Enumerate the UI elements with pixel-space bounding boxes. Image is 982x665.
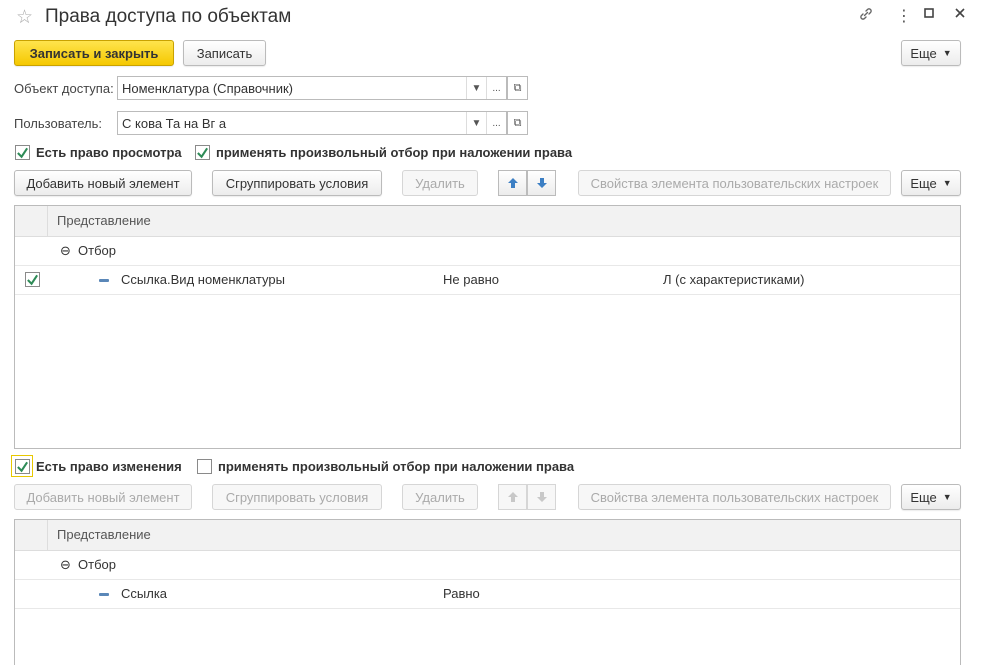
view-right-checkbox[interactable] xyxy=(15,145,30,160)
edit-move-up-button[interactable] xyxy=(498,484,527,510)
favorite-star-icon[interactable]: ☆ xyxy=(16,6,33,29)
grid-header: Представление xyxy=(15,206,960,237)
save-button[interactable]: Записать xyxy=(183,40,266,66)
choose-icon[interactable]: ... xyxy=(486,112,506,134)
more-button-label: Еще xyxy=(910,45,937,61)
caret-down-icon: ▼ xyxy=(942,48,952,58)
link-icon[interactable] xyxy=(858,6,874,27)
arrow-up-icon xyxy=(507,492,518,502)
row-value: Л (с характеристиками) xyxy=(663,272,805,287)
edit-props-button[interactable]: Свойства элемента пользовательских настр… xyxy=(578,484,891,510)
open-object-icon[interactable]: ⧉ xyxy=(507,76,528,100)
more-vert-icon[interactable]: ⋮ xyxy=(896,6,912,26)
view-move-up-button[interactable] xyxy=(498,170,527,196)
edit-delete-button[interactable]: Удалить xyxy=(402,484,478,510)
page-title: Права доступа по объектам xyxy=(45,6,292,27)
user-field[interactable]: С кова Та на Вг а ▼ ... xyxy=(117,111,507,135)
row-field: Ссылка.Вид номенклатуры xyxy=(121,272,285,287)
group-label: Отбор xyxy=(78,557,116,572)
edit-filter-label: применять произвольный отбор при наложен… xyxy=(218,459,575,474)
edit-group-conditions-button[interactable]: Сгруппировать условия xyxy=(212,484,382,510)
object-label: Объект доступа: xyxy=(14,81,114,96)
edit-right-label: Есть право изменения xyxy=(36,459,182,474)
view-more-button[interactable]: Еще ▼ xyxy=(901,170,961,196)
view-more-label: Еще xyxy=(910,175,937,191)
dropdown-icon[interactable]: ▼ xyxy=(466,77,486,99)
save-and-close-button[interactable]: Записать и закрыть xyxy=(14,40,174,66)
group-label: Отбор xyxy=(78,243,116,258)
object-value: Номенклатура (Справочник) xyxy=(122,80,294,96)
more-button[interactable]: Еще ▼ xyxy=(901,40,961,66)
collapse-icon[interactable]: ⊖ xyxy=(60,243,71,259)
grid-group-row[interactable]: ⊖ Отбор xyxy=(15,551,960,580)
caret-down-icon: ▼ xyxy=(942,492,952,502)
row-condition: Равно xyxy=(443,586,480,601)
table-row[interactable]: Ссылка.Вид номенклатуры Не равно Л (с ха… xyxy=(15,266,960,295)
edit-move-down-button[interactable] xyxy=(527,484,556,510)
view-right-label: Есть право просмотра xyxy=(36,145,182,160)
edit-filter-grid[interactable]: Представление ⊖ Отбор Ссылка Равно xyxy=(14,519,961,665)
grid-header-label: Представление xyxy=(57,527,151,542)
table-row[interactable]: Ссылка Равно xyxy=(15,580,960,609)
grid-group-row[interactable]: ⊖ Отбор xyxy=(15,237,960,266)
object-field[interactable]: Номенклатура (Справочник) ▼ ... xyxy=(117,76,507,100)
edit-add-element-button[interactable]: Добавить новый элемент xyxy=(14,484,192,510)
arrow-down-icon xyxy=(536,492,547,502)
condition-item-icon xyxy=(99,593,109,596)
edit-more-label: Еще xyxy=(910,489,937,505)
view-move-down-button[interactable] xyxy=(527,170,556,196)
choose-icon[interactable]: ... xyxy=(486,77,506,99)
grid-header: Представление xyxy=(15,520,960,551)
edit-right-checkbox[interactable] xyxy=(15,459,30,474)
view-group-conditions-button[interactable]: Сгруппировать условия xyxy=(212,170,382,196)
edit-more-button[interactable]: Еще ▼ xyxy=(901,484,961,510)
condition-item-icon xyxy=(99,279,109,282)
dropdown-icon[interactable]: ▼ xyxy=(466,112,486,134)
grid-header-label: Представление xyxy=(57,213,151,228)
caret-down-icon: ▼ xyxy=(942,178,952,188)
view-filter-checkbox[interactable] xyxy=(195,145,210,160)
arrow-up-icon xyxy=(507,178,518,188)
arrow-down-icon xyxy=(536,178,547,188)
view-props-button[interactable]: Свойства элемента пользовательских настр… xyxy=(578,170,891,196)
row-condition: Не равно xyxy=(443,272,500,287)
maximize-icon[interactable] xyxy=(922,6,936,25)
view-add-element-button[interactable]: Добавить новый элемент xyxy=(14,170,192,196)
collapse-icon[interactable]: ⊖ xyxy=(60,557,71,573)
row-field: Ссылка xyxy=(121,586,168,601)
user-value: С кова Та на Вг а xyxy=(122,115,227,131)
open-user-icon[interactable]: ⧉ xyxy=(507,111,528,135)
close-icon[interactable] xyxy=(953,6,967,25)
view-delete-button[interactable]: Удалить xyxy=(402,170,478,196)
row-use-checkbox[interactable] xyxy=(25,272,40,287)
view-filter-label: применять произвольный отбор при наложен… xyxy=(216,145,573,160)
edit-filter-checkbox[interactable] xyxy=(197,459,212,474)
view-filter-grid[interactable]: Представление ⊖ Отбор Ссылка.Вид номенкл… xyxy=(14,205,961,449)
user-label: Пользователь: xyxy=(14,116,102,131)
